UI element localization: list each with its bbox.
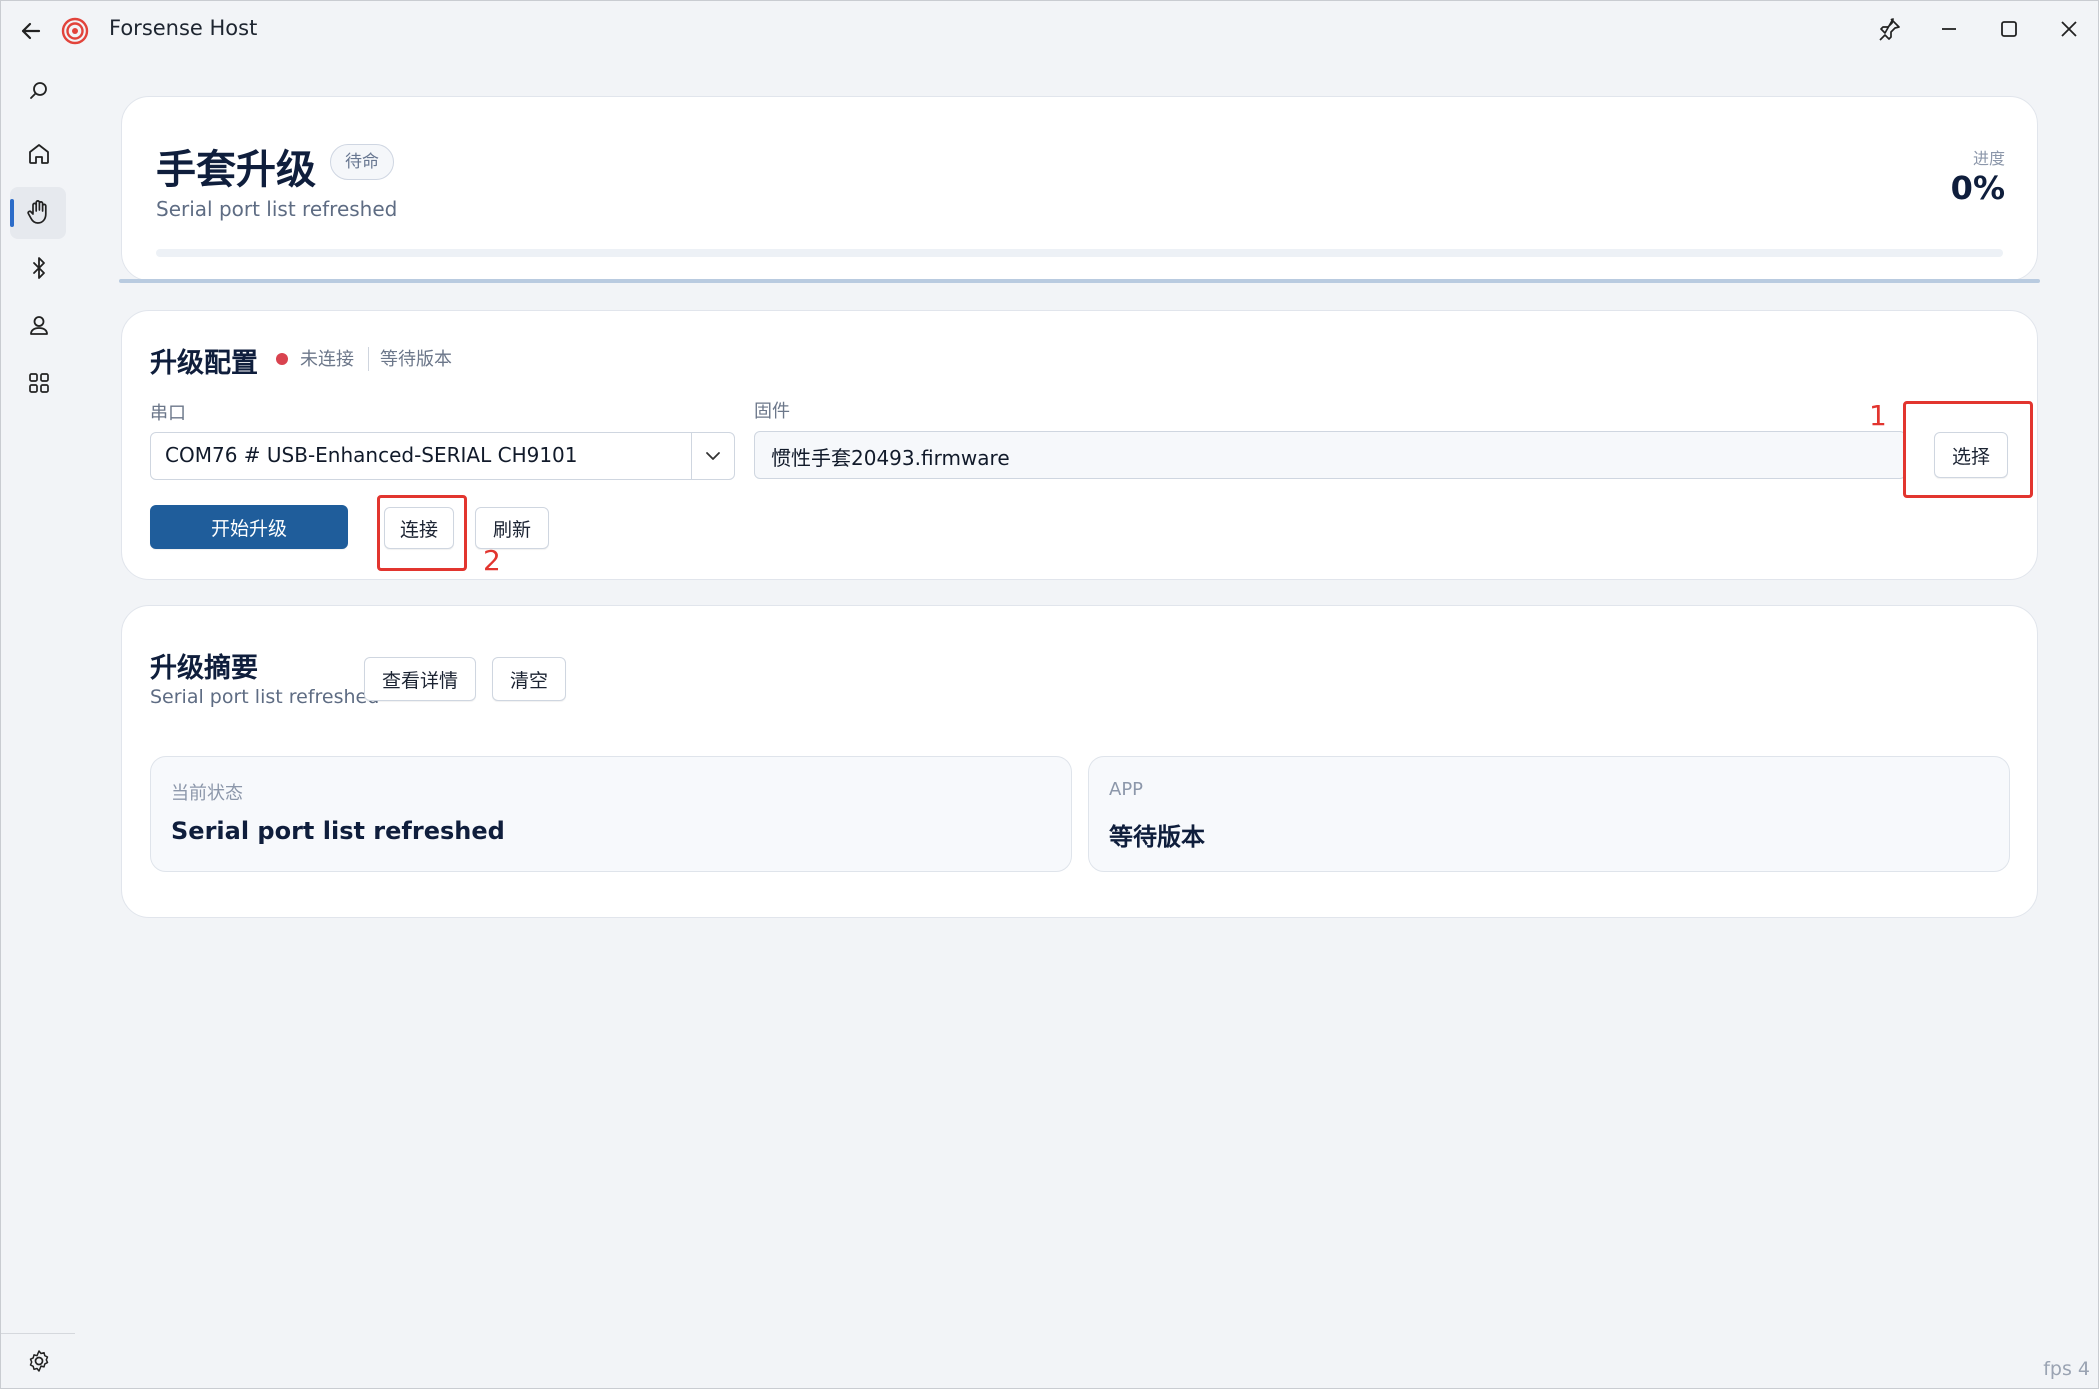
sidebar-apps-icon[interactable] [19,363,59,403]
clear-button[interactable]: 清空 [492,657,566,701]
window-title: Forsense Host [109,16,258,40]
current-status-label: 当前状态 [171,783,243,804]
connection-status-dot [276,353,288,365]
status-separator [368,347,369,371]
firmware-label: 固件 [754,401,790,422]
fps-counter: fps 4 [2043,1358,2090,1380]
app-version-value: 等待版本 [1109,823,1205,851]
minimize-icon[interactable] [1931,11,1967,47]
status-badge: 待命 [330,144,394,180]
sidebar-divider [1,1333,75,1334]
close-icon[interactable] [2051,11,2087,47]
upgrade-summary-card: 升级摘要 Serial port list refreshed 查看详情 清空 … [121,605,2038,918]
app-version-panel: APP 等待版本 [1088,756,2010,872]
header-underline [119,279,2040,283]
sidebar-user-icon[interactable] [19,306,59,346]
refresh-button[interactable]: 刷新 [475,507,549,549]
firmware-path-value: 惯性手套20493.firmware [771,446,1010,470]
connection-status: 未连接 [300,349,354,370]
page-title: 手套升级 [156,147,316,193]
view-details-button[interactable]: 查看详情 [364,657,476,701]
current-status-value: Serial port list refreshed [171,817,505,845]
current-status-panel: 当前状态 Serial port list refreshed [150,756,1072,872]
app-window: Forsense Host 手套升级 待命 Serial port list r… [0,0,2099,1389]
serial-port-label: 串口 [150,403,186,424]
title-bar: Forsense Host [1,1,2098,59]
upgrade-config-card: 升级配置 未连接 等待版本 串口 COM76 # USB-Enhanced-SE… [121,310,2038,580]
pin-icon[interactable] [1871,11,1907,47]
annotation-number-1: 1 [1869,399,1887,432]
upgrade-header-card: 手套升级 待命 Serial port list refreshed 进度 0% [121,96,2038,281]
summary-subtitle: Serial port list refreshed [150,686,380,708]
progress-bar [156,249,2003,257]
sidebar-home-icon[interactable] [19,134,59,174]
maximize-icon[interactable] [1991,11,2027,47]
annotation-box-1 [1903,401,2033,498]
serial-port-value: COM76 # USB-Enhanced-SERIAL CH9101 [165,443,578,467]
sidebar-glove-icon[interactable] [19,192,59,232]
annotation-box-2 [377,495,467,571]
sidebar-search-icon[interactable] [19,71,59,111]
back-arrow-icon[interactable] [15,15,47,47]
firmware-path-field[interactable]: 惯性手套20493.firmware [754,431,1906,479]
progress-value: 0% [1950,169,2005,207]
sidebar-settings-icon[interactable] [19,1341,59,1381]
config-title: 升级配置 [150,348,258,379]
header-subtitle: Serial port list refreshed [156,197,398,221]
progress-label: 进度 [1972,149,2005,168]
start-upgrade-button[interactable]: 开始升级 [150,505,348,549]
summary-title: 升级摘要 [150,653,258,684]
serial-port-select[interactable]: COM76 # USB-Enhanced-SERIAL CH9101 [150,432,735,480]
version-status: 等待版本 [380,349,452,370]
app-logo-icon [59,15,91,47]
app-version-label: APP [1109,779,1144,800]
sidebar-active-indicator [10,199,14,227]
sidebar-bluetooth-icon[interactable] [19,248,59,288]
chevron-down-icon[interactable] [691,433,734,479]
